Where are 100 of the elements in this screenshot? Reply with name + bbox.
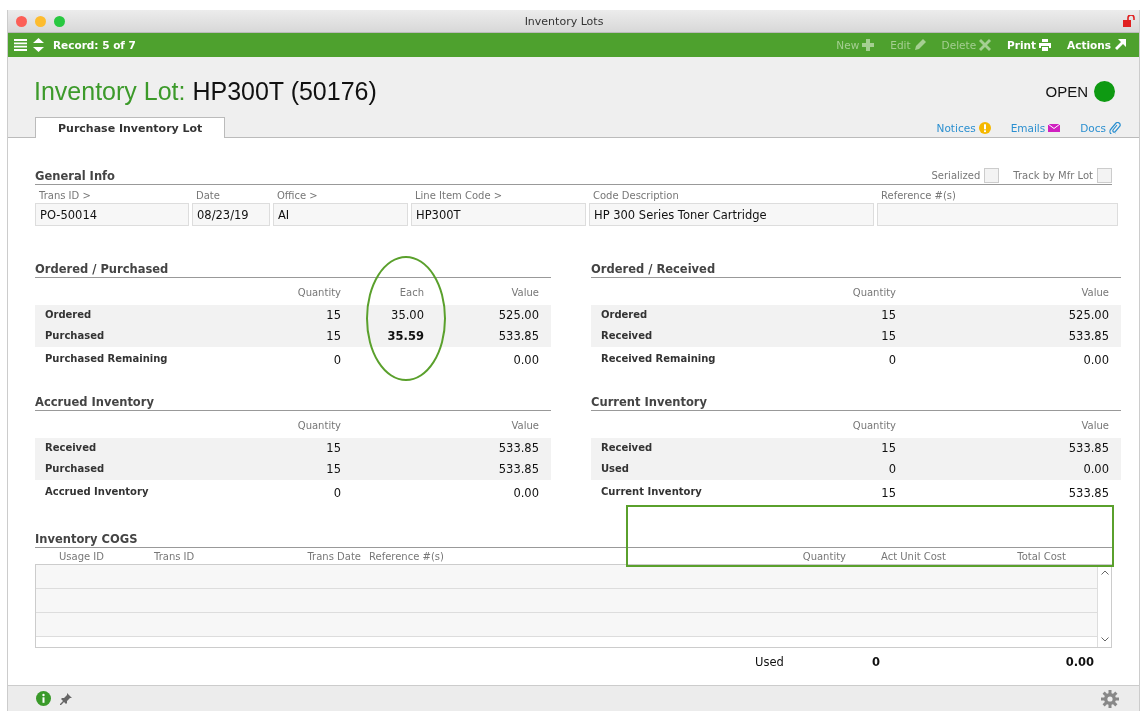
table-cell-text: 0: [332, 485, 341, 502]
row-label: Accrued Inventory: [44, 485, 150, 499]
header-link[interactable]: Notices: [936, 122, 991, 134]
column-header: Quantity: [851, 419, 896, 433]
table-cell: 15: [816, 438, 896, 459]
field-label: Office >: [276, 189, 319, 203]
total-cost: 0.00: [1065, 655, 1094, 669]
record-counter: Record: 5 of 7: [53, 39, 136, 51]
table-cell-text: 15: [880, 485, 896, 502]
total-label: Used: [755, 655, 785, 669]
x-icon: [979, 39, 992, 51]
column-header: Value: [1080, 286, 1110, 300]
table-cell: 525.00: [896, 305, 1121, 326]
table-cell-text: 0.00: [1082, 352, 1110, 369]
menu-icon: [14, 39, 27, 51]
section-title: Inventory COGS: [35, 532, 138, 546]
row-label: Purchased: [35, 459, 261, 480]
table-cell-text: 0: [332, 352, 341, 369]
row-label: Ordered: [591, 305, 816, 326]
header-link[interactable]: Emails: [1010, 122, 1061, 134]
table-cell: 15: [261, 326, 341, 347]
table-cell-text: 0: [887, 352, 896, 369]
column-header: Quantity: [851, 286, 896, 300]
input-field[interactable]: 08/23/19: [192, 203, 270, 226]
toolbar-button[interactable]: Print: [1002, 37, 1057, 53]
section-title: Ordered / Received: [591, 262, 716, 276]
plus-icon: [862, 39, 875, 51]
table-cell: 533.85: [896, 438, 1121, 459]
column-header: Quantity: [296, 419, 341, 433]
section-title: General Info: [35, 169, 115, 183]
table-cell: 15: [816, 305, 896, 326]
table-cell: 35.59: [341, 326, 424, 347]
section-title: Ordered / Purchased: [35, 262, 169, 276]
checkbox-label: Serialized: [931, 170, 981, 181]
row-label: Current Inventory: [600, 485, 703, 499]
table-cell-text: 0.00: [512, 352, 540, 369]
table-cell: 15: [261, 305, 341, 326]
table-cell: 533.85: [341, 459, 551, 480]
printer-icon: [1039, 39, 1052, 51]
info-icon: [36, 691, 51, 706]
field-label: Reference #(s): [880, 189, 957, 203]
table-cell: 533.85: [341, 438, 551, 459]
column-header: Value: [1080, 419, 1110, 433]
column-header: Quantity: [801, 550, 847, 562]
table-cell: 533.85: [424, 326, 551, 347]
column-header: Reference #(s): [368, 550, 445, 562]
column-header: Each: [398, 286, 424, 300]
input-field[interactable]: HP300T: [411, 203, 586, 226]
minimize-icon: [35, 15, 46, 27]
table-cell: 533.85: [896, 326, 1121, 347]
row-label: Purchased: [35, 326, 261, 347]
close-icon: [16, 15, 27, 27]
settings-icon: [1101, 689, 1119, 708]
record-title: Inventory Lot: HP300T (50176): [34, 76, 377, 106]
row-label: Purchased Remaining: [44, 352, 169, 366]
up-down-arrows-icon: [33, 38, 44, 52]
pin-icon: [60, 692, 72, 705]
column-header: Value: [510, 286, 540, 300]
field-label: Line Item Code >: [414, 189, 504, 203]
field-label: Date: [195, 189, 221, 203]
window-title: Inventory Lots: [523, 14, 605, 28]
column-header: Value: [510, 419, 540, 433]
chevron-up-icon: [1100, 570, 1109, 575]
input-field[interactable]: [877, 203, 1118, 226]
checkbox[interactable]: [984, 168, 1000, 183]
input-field[interactable]: HP 300 Series Toner Cartridge: [589, 203, 874, 226]
row-label: Received: [591, 438, 816, 459]
table-cell: 15: [816, 326, 896, 347]
row-label: Received: [591, 326, 816, 347]
pencil-icon: [913, 39, 926, 51]
paperclip-icon: [1109, 122, 1121, 134]
section-title: Current Inventory: [591, 395, 707, 409]
column-header: Total Cost: [1016, 550, 1067, 562]
table-cell: 35.00: [341, 305, 424, 326]
envelope-icon: [1048, 122, 1061, 134]
status-label: OPEN: [1045, 82, 1088, 100]
row-label: Received Remaining: [600, 352, 717, 366]
table-cell-text: 533.85: [1067, 485, 1110, 502]
table-cell: 0.00: [896, 459, 1121, 480]
field-label: Trans ID >: [38, 189, 92, 203]
input-field[interactable]: AI: [273, 203, 408, 226]
table-cell-text: 0.00: [512, 485, 540, 502]
table-cell: 525.00: [424, 305, 551, 326]
column-header: Usage ID: [58, 550, 105, 562]
input-field[interactable]: PO-50014: [35, 203, 189, 226]
total-quantity: 0: [872, 655, 881, 669]
field-label: Code Description: [592, 189, 680, 203]
checkbox[interactable]: [1097, 168, 1112, 183]
row-label: Ordered: [35, 305, 261, 326]
row-label: Used: [591, 459, 816, 480]
column-header: Trans Date: [306, 550, 362, 562]
section-title: Accrued Inventory: [35, 395, 154, 409]
toolbar-button[interactable]: Actions: [1062, 37, 1131, 53]
tab[interactable]: Purchase Inventory Lot: [35, 117, 226, 138]
chevron-down-icon: [1100, 637, 1109, 642]
table-cell: 0: [816, 459, 896, 480]
row-label: Received: [35, 438, 261, 459]
column-header: Trans ID: [153, 550, 196, 562]
table-cell: 15: [261, 438, 341, 459]
header-link[interactable]: Docs: [1080, 122, 1121, 134]
